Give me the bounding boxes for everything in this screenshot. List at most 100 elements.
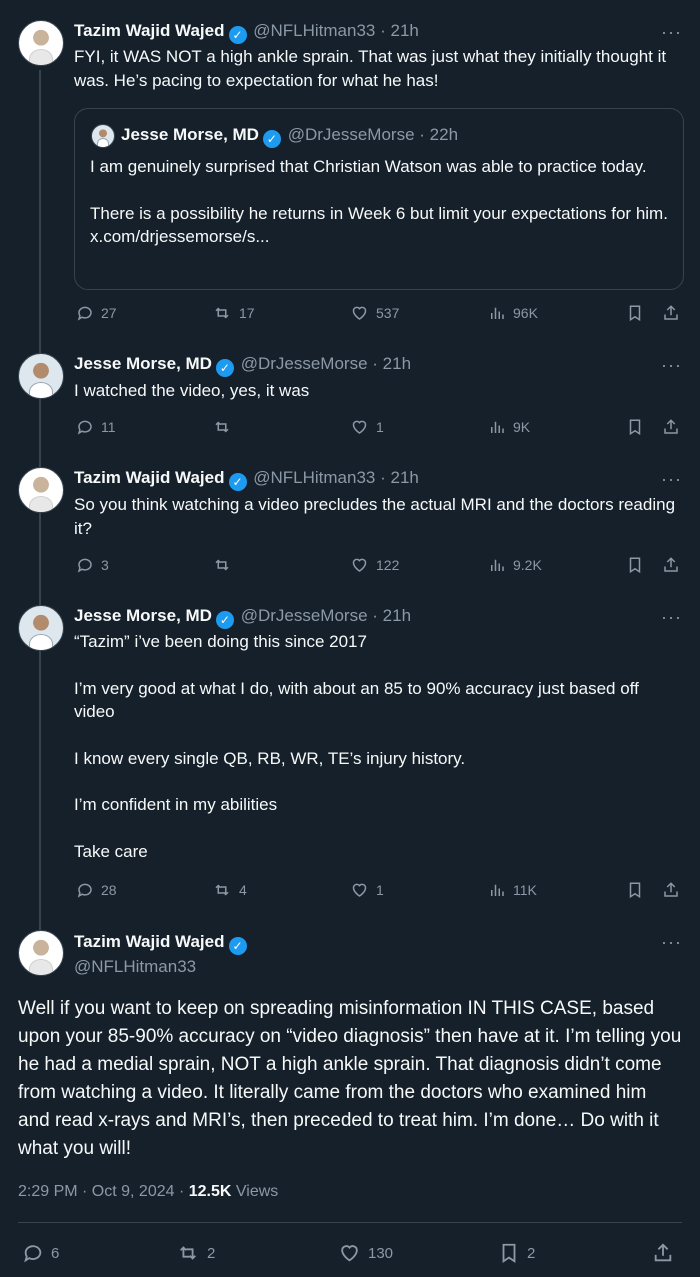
author-handle[interactable]: @DrJesseMorse: [241, 354, 368, 373]
main-tweet-text: Well if you want to keep on spreading mi…: [18, 998, 682, 1159]
views-icon: [488, 304, 506, 322]
bookmark-icon: [626, 304, 644, 322]
tweet-4-paragraph-1: “Tazim” i’ve been doing this since 2017: [74, 632, 367, 651]
like-button[interactable]: 1: [350, 881, 384, 899]
views-icon: [488, 418, 506, 436]
like-count: 1: [376, 419, 384, 435]
share-icon: [662, 556, 680, 574]
author-name[interactable]: Jesse Morse, MD: [74, 606, 212, 625]
repost-button[interactable]: 2: [176, 1242, 215, 1264]
repost-button[interactable]: 17: [212, 304, 255, 322]
bookmark-button[interactable]: [626, 304, 644, 322]
repost-button[interactable]: 4: [212, 881, 247, 899]
share-icon: [652, 1242, 674, 1264]
like-icon: [338, 1242, 361, 1264]
views-count: 9.2K: [513, 557, 542, 573]
reply-button[interactable]: 3: [76, 556, 109, 574]
reply-icon: [76, 304, 94, 322]
views-count: 9K: [513, 419, 531, 435]
like-icon: [350, 304, 369, 322]
reply-button[interactable]: 6: [22, 1242, 59, 1264]
reply-icon: [22, 1242, 44, 1264]
views-button[interactable]: 9.2K: [488, 556, 542, 574]
avatar-jesse[interactable]: [18, 353, 64, 399]
avatar-tazim[interactable]: [18, 930, 64, 976]
bookmark-button[interactable]: 2: [498, 1242, 535, 1264]
verified-badge-icon: ✓: [215, 359, 234, 377]
views-button[interactable]: 11K: [488, 881, 537, 899]
post-time[interactable]: 21h: [383, 606, 411, 625]
share-icon: [662, 881, 680, 899]
views-button[interactable]: 9K: [488, 418, 530, 436]
quoted-tweet-text: I am genuinely surprised that Christian …: [90, 155, 669, 249]
reply-count: 11: [101, 419, 116, 435]
author-name[interactable]: Tazim Wajid Wajed: [74, 932, 225, 951]
share-button[interactable]: [662, 556, 680, 574]
tweet-4-paragraph-3: I know every single QB, RB, WR, TE’s inj…: [74, 748, 466, 768]
verified-badge-icon: ✓: [215, 611, 234, 629]
author-handle[interactable]: @NFLHitman33: [253, 21, 375, 40]
author-name[interactable]: Tazim Wajid Wajed: [74, 468, 225, 487]
more-icon[interactable]: ···: [661, 355, 682, 376]
author-handle[interactable]: @NFLHitman33: [74, 955, 249, 978]
more-icon[interactable]: ···: [661, 932, 682, 953]
bookmark-button[interactable]: [626, 418, 644, 436]
repost-count: 4: [239, 882, 247, 898]
post-timestamp[interactable]: 2:29 PM · Oct 9, 2024 ·: [18, 1183, 189, 1200]
like-count: 537: [376, 305, 400, 321]
share-button[interactable]: [662, 304, 680, 322]
like-count: 122: [376, 557, 400, 573]
reply-button[interactable]: 27: [76, 304, 117, 322]
author-handle[interactable]: @DrJesseMorse: [241, 606, 368, 625]
quoted-tweet-header: Jesse Morse, MD ✓ @DrJesseMorse · 22h: [121, 124, 458, 148]
quoted-tweet[interactable]: Jesse Morse, MD ✓ @DrJesseMorse · 22h I a…: [74, 108, 684, 290]
more-icon[interactable]: ···: [661, 22, 682, 43]
like-button[interactable]: 1: [350, 418, 384, 436]
author-handle[interactable]: @NFLHitman33: [253, 468, 375, 487]
reply-button[interactable]: 28: [76, 881, 117, 899]
like-button[interactable]: 130: [338, 1242, 393, 1264]
views-icon: [488, 556, 506, 574]
reply-count: 28: [101, 882, 117, 898]
tweet-1-header: Tazim Wajid Wajed ✓ @NFLHitman33 · 21h: [74, 20, 419, 44]
share-button[interactable]: [652, 1242, 674, 1264]
bookmark-button[interactable]: [626, 881, 644, 899]
views-label: Views: [231, 1183, 279, 1200]
verified-badge-icon: ✓: [228, 473, 247, 491]
post-time[interactable]: 21h: [391, 468, 419, 487]
reply-icon: [76, 881, 94, 899]
repost-button[interactable]: [212, 418, 239, 436]
reply-count: 6: [51, 1244, 60, 1262]
author-name[interactable]: Tazim Wajid Wajed: [74, 21, 225, 40]
repost-button[interactable]: [212, 556, 239, 574]
tweet-4-paragraph-5: Take care: [74, 841, 148, 861]
avatar-tazim[interactable]: [18, 20, 64, 66]
repost-icon: [212, 881, 232, 899]
verified-badge-icon: ✓: [228, 937, 247, 955]
more-icon[interactable]: ···: [661, 469, 682, 490]
tweet-4-paragraph-4: I’m confident in my abilities: [74, 795, 278, 814]
like-button[interactable]: 122: [350, 556, 399, 574]
post-time[interactable]: 21h: [391, 21, 419, 40]
main-tweet-actions: 6 2 130 2: [18, 1240, 682, 1266]
bookmark-button[interactable]: [626, 556, 644, 574]
tweet-2-header: Jesse Morse, MD ✓ @DrJesseMorse · 21h: [74, 353, 411, 377]
like-button[interactable]: 537: [350, 304, 399, 322]
avatar-tazim[interactable]: [18, 467, 64, 513]
share-button[interactable]: [662, 881, 680, 899]
views-icon: [488, 881, 506, 899]
separator-dot: ·: [380, 21, 386, 40]
post-time[interactable]: 21h: [383, 354, 411, 373]
avatar-jesse[interactable]: [18, 605, 64, 651]
reply-icon: [76, 418, 94, 436]
author-name[interactable]: Jesse Morse, MD: [74, 354, 212, 373]
reply-button[interactable]: 11: [76, 418, 116, 436]
like-count: 1: [376, 882, 384, 898]
more-icon[interactable]: ···: [661, 607, 682, 628]
tweet-3-text: So you think watching a video precludes …: [74, 495, 676, 538]
like-icon: [350, 556, 369, 574]
views-button[interactable]: 96K: [488, 304, 538, 322]
repost-count: 2: [207, 1244, 216, 1262]
reply-icon: [76, 556, 94, 574]
share-button[interactable]: [662, 418, 680, 436]
